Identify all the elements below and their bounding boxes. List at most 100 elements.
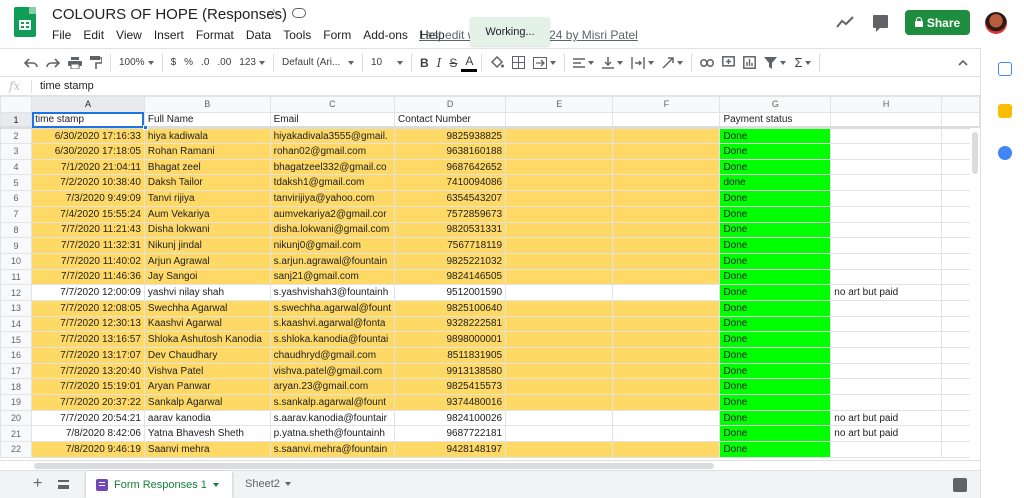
cell-time-stamp[interactable]: 7/2/2020 10:38:40 [31,174,145,192]
keep-icon[interactable] [998,104,1012,118]
cell-e[interactable] [505,441,614,458]
fill-color-icon[interactable] [486,52,508,74]
font-size-select[interactable]: 10 [367,52,407,74]
cloud-icon[interactable] [292,8,306,18]
cell-f[interactable] [612,158,721,176]
cell-email[interactable]: s.sankalp.agarwal@fount [269,394,396,411]
redo-icon[interactable] [42,52,64,74]
cell-note[interactable] [830,221,942,239]
cell-f[interactable] [612,284,721,301]
italic-button[interactable]: I [433,52,446,74]
cell-time-stamp[interactable]: 7/7/2020 15:19:01 [31,378,145,396]
cell-note[interactable] [830,143,942,160]
cell-contact-number[interactable]: 9825938825 [394,127,507,145]
insert-chart-icon[interactable] [739,52,760,74]
cell-payment-status[interactable]: Done [719,252,832,270]
cell-f1[interactable] [612,111,721,130]
cell-payment-status[interactable]: Done [719,268,832,286]
cell-e[interactable] [505,331,614,348]
cell-contact-number[interactable]: 7410094086 [394,174,507,192]
cell-f[interactable] [612,268,721,286]
cell-note[interactable] [830,394,942,411]
cell-e[interactable] [505,315,614,333]
cell-full-name[interactable]: Rohan Ramani [143,143,271,160]
row-number[interactable]: 16 [0,347,33,364]
column-header[interactable]: B [143,96,271,113]
cell-time-stamp[interactable]: 7/8/2020 8:42:06 [31,425,145,443]
cell-f[interactable] [612,409,721,427]
trend-icon[interactable] [836,15,854,29]
cell-email[interactable]: p.yatna.sheth@fountainh [269,425,396,443]
sheets-logo-icon[interactable] [14,7,36,37]
cell-full-name[interactable]: Kaashvi Agarwal [143,315,271,333]
cell-time-stamp[interactable]: 7/7/2020 11:46:36 [31,268,145,286]
cell-contact-number[interactable]: 9824146505 [394,268,507,286]
cell-email[interactable]: hiyakadivala3555@gmail. [269,127,396,145]
cell-full-name[interactable]: Jay Sangoi [143,268,271,286]
column-header[interactable] [940,96,980,113]
cell-note[interactable]: no art but paid [830,409,942,427]
cell-full-name[interactable]: Aum Vekariya [143,205,271,223]
cell-time-stamp[interactable]: 7/7/2020 13:17:07 [31,347,145,364]
more-formats-select[interactable]: 123 [235,52,269,74]
vertical-scroll-thumb[interactable] [972,132,978,174]
cell-e[interactable] [505,378,614,396]
strikethrough-button[interactable]: S [445,52,461,74]
cell-d1-contact-number[interactable]: Contact Number [394,111,507,130]
column-header[interactable]: C [269,96,396,113]
row-number[interactable]: 9 [0,237,33,254]
cell-c1-email[interactable]: Email [269,111,396,130]
cell-payment-status[interactable]: Done [719,221,832,239]
cell-email[interactable]: aumvekariya2@gmail.cor [269,205,396,223]
menu-addons[interactable]: Add-ons [363,28,408,42]
cell-f[interactable] [612,221,721,239]
cell-time-stamp[interactable]: 7/1/2020 21:04:11 [31,158,145,176]
insert-comment-icon[interactable] [718,52,739,74]
cell-e[interactable] [505,394,614,411]
cell-contact-number[interactable]: 9820531331 [394,221,507,239]
horizontal-scroll-thumb[interactable] [34,463,714,469]
cell-full-name[interactable]: Shloka Ashutosh Kanodia [143,331,271,348]
cell-f[interactable] [612,205,721,223]
cell-email[interactable]: sanj21@gmail.com [269,268,396,286]
cell-time-stamp[interactable]: 7/7/2020 11:21:43 [31,221,145,239]
cell-f[interactable] [612,315,721,333]
cell-time-stamp[interactable]: 7/7/2020 12:08:05 [31,299,145,317]
cell-contact-number[interactable]: 9824100026 [394,409,507,427]
cell-full-name[interactable]: Disha lokwani [143,221,271,239]
cell-e[interactable] [505,362,614,380]
cell-note[interactable] [830,441,942,458]
cell-payment-status[interactable]: Done [719,158,832,176]
cell-time-stamp[interactable]: 7/7/2020 12:00:09 [31,284,145,301]
share-button[interactable]: Share [905,10,970,35]
undo-icon[interactable] [20,52,42,74]
cell-email[interactable]: nikunj0@gmail.com [269,237,396,254]
cell-contact-number[interactable]: 9825100640 [394,299,507,317]
cell-f[interactable] [612,347,721,364]
column-header[interactable]: A [31,96,145,113]
cell-note[interactable] [830,127,942,145]
cell-full-name[interactable]: Saanvi mehra [143,441,271,458]
zoom-select[interactable]: 100% [115,52,158,74]
cell-payment-status[interactable]: Done [719,409,832,427]
cell-contact-number[interactable]: 9512001590 [394,284,507,301]
calendar-icon[interactable] [998,62,1012,76]
cell-email[interactable]: s.arjun.agrawal@fountain [269,252,396,270]
cell-time-stamp[interactable]: 7/3/2020 9:49:09 [31,190,145,207]
cell-time-stamp[interactable]: 7/4/2020 15:55:24 [31,205,145,223]
row-number[interactable]: 5 [0,174,33,192]
cell-e[interactable] [505,425,614,443]
cell-email[interactable]: s.kaashvi.agarwal@fonta [269,315,396,333]
cell-f[interactable] [612,237,721,254]
cell-full-name[interactable]: Daksh Tailor [143,174,271,192]
cell-f[interactable] [612,362,721,380]
cell-note[interactable] [830,315,942,333]
document-title[interactable]: COLOURS OF HOPE (Responses) [52,6,287,23]
cell-e[interactable] [505,299,614,317]
cell-full-name[interactable]: Swechha Agarwal [143,299,271,317]
cell-b1-full-name[interactable]: Full Name [143,111,271,130]
row-number[interactable]: 19 [0,394,33,411]
cell-contact-number[interactable]: 9428148197 [394,441,507,458]
horizontal-align-icon[interactable] [569,52,598,74]
menu-file[interactable]: File [52,28,71,42]
